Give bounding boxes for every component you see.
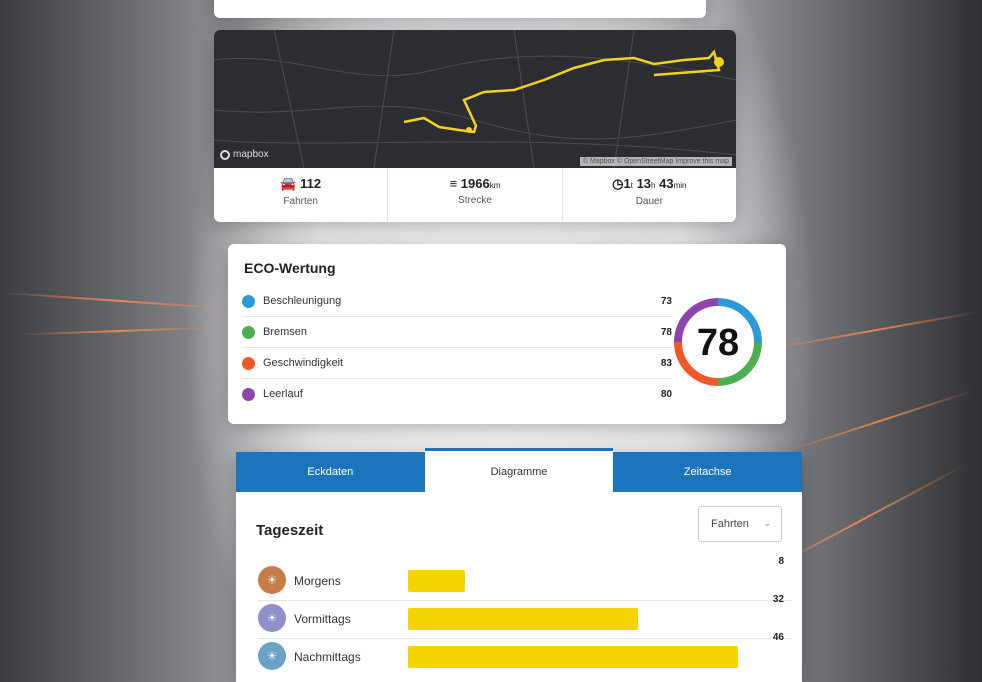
acceleration-dot-icon (242, 294, 255, 308)
eco-title: ECO-Wertung (244, 260, 336, 276)
route-map[interactable]: mapbox © Mapbox © OpenStreetMap Improve … (214, 30, 736, 168)
speed-dot-icon (242, 356, 255, 370)
braking-dot-icon (242, 325, 255, 339)
bar (408, 570, 465, 592)
mapbox-logo: mapbox (220, 149, 269, 160)
road-icon: ≡ (449, 176, 458, 191)
route-line (403, 49, 721, 134)
list-item-vormittags: ☀ Vormittags 32 (258, 594, 792, 639)
list-item-nachmittags: ☀ Nachmittags 46 (258, 632, 792, 676)
stat-distance: ≡ 1966km Strecke (388, 168, 563, 222)
section-title: Tageszeit (256, 522, 324, 539)
diagram-card: Eckdaten Diagramme Zeitachse Tageszeit F… (236, 448, 803, 682)
idle-dot-icon (242, 387, 255, 401)
trip-overview-card: mapbox © Mapbox © OpenStreetMap Improve … (214, 30, 736, 222)
tab-eckdaten[interactable]: Eckdaten (236, 452, 425, 492)
eco-score-gauge: 78 (674, 298, 762, 386)
bar (408, 608, 638, 630)
sunrise-icon: ☀ (258, 566, 286, 594)
afternoon-sun-icon: ☀ (258, 642, 286, 670)
stat-trips: 🚘 112 Fahrten (214, 168, 389, 222)
eco-row-acceleration: Beschleunigung 73 (242, 286, 672, 317)
car-icon: 🚘 (280, 176, 297, 191)
eco-score-value: 78 (697, 322, 739, 364)
eco-row-idle: Leerlauf 80 (242, 379, 672, 409)
list-item-morgens: ☀ Morgens 8 (258, 556, 792, 601)
previous-card (214, 0, 706, 18)
eco-score-card: ECO-Wertung Beschleunigung 73 Bremsen 78… (228, 244, 786, 424)
sun-icon: ☀ (258, 604, 286, 632)
map-attribution[interactable]: © Mapbox © OpenStreetMap Improve this ma… (579, 157, 732, 166)
stat-duration: ◷1t 13h 43min Dauer (612, 176, 687, 207)
trip-stats: 🚘 112 Fahrten ≡ 1966km Strecke ◷1t 13h 4… (214, 168, 736, 222)
bar (408, 646, 738, 668)
clock-icon: ◷ (612, 176, 624, 191)
tab-bar: Eckdaten Diagramme Zeitachse (236, 448, 803, 492)
mapbox-icon (220, 149, 230, 160)
eco-row-braking: Bremsen 78 (242, 317, 672, 348)
chevron-down-icon: ⌄ (763, 518, 771, 528)
metric-select[interactable]: Fahrten ⌄ (698, 506, 782, 542)
tab-diagramme[interactable]: Diagramme (424, 448, 614, 492)
tab-zeitachse[interactable]: Zeitachse (613, 452, 803, 492)
route-map-canvas (214, 30, 736, 168)
eco-row-speed: Geschwindigkeit 83 (242, 348, 672, 379)
